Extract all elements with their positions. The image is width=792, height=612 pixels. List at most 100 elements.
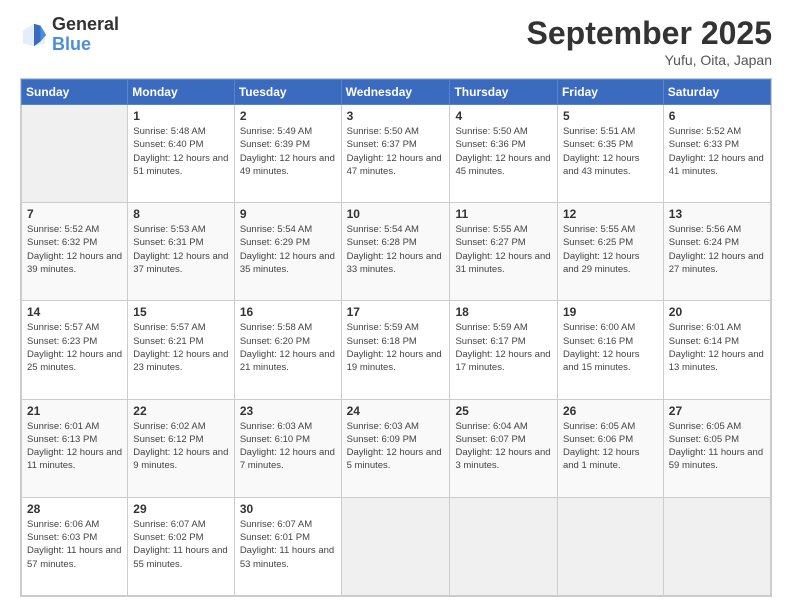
logo-text: General Blue [52,15,119,55]
day-info: Sunrise: 6:03 AM Sunset: 6:10 PM Dayligh… [240,420,336,473]
weekday-header-thursday: Thursday [450,80,557,105]
day-info: Sunrise: 6:07 AM Sunset: 6:02 PM Dayligh… [133,518,229,571]
day-cell: 28 Sunrise: 6:06 AM Sunset: 6:03 PM Dayli… [22,497,128,595]
day-cell [341,497,450,595]
day-number: 6 [669,109,765,123]
day-cell: 4Sunrise: 5:50 AM Sunset: 6:36 PM Daylig… [450,105,557,203]
day-cell: 17 Sunrise: 5:59 AM Sunset: 6:18 PM Dayli… [341,301,450,399]
day-cell [557,497,663,595]
day-info: Sunrise: 5:59 AM Sunset: 6:18 PM Dayligh… [347,321,445,374]
day-number: 12 [563,207,658,221]
weekday-header-sunday: Sunday [22,80,128,105]
day-info: Sunrise: 5:52 AM Sunset: 6:32 PM Dayligh… [27,223,122,276]
day-cell [663,497,770,595]
week-row-1: 1 Sunrise: 5:48 AM Sunset: 6:40 PM Daylig… [22,105,771,203]
day-info: Sunrise: 5:51 AM Sunset: 6:35 PM Dayligh… [563,125,658,178]
day-number: 25 [455,404,551,418]
day-cell: 10 Sunrise: 5:54 AM Sunset: 6:28 PM Dayli… [341,203,450,301]
header: General Blue September 2025 Yufu, Oita, … [20,15,772,68]
day-info: Sunrise: 5:52 AM Sunset: 6:33 PM Dayligh… [669,125,765,178]
day-number: 20 [669,305,765,319]
day-info: Sunrise: 6:02 AM Sunset: 6:12 PM Dayligh… [133,420,229,473]
day-cell: 14Sunrise: 5:57 AM Sunset: 6:23 PM Dayli… [22,301,128,399]
day-number: 22 [133,404,229,418]
day-number: 23 [240,404,336,418]
day-cell: 11 Sunrise: 5:55 AM Sunset: 6:27 PM Dayli… [450,203,557,301]
day-info: Sunrise: 5:53 AM Sunset: 6:31 PM Dayligh… [133,223,229,276]
week-row-5: 28 Sunrise: 6:06 AM Sunset: 6:03 PM Dayli… [22,497,771,595]
day-cell [450,497,557,595]
day-cell: 22 Sunrise: 6:02 AM Sunset: 6:12 PM Dayli… [128,399,235,497]
day-info: Sunrise: 6:00 AM Sunset: 6:16 PM Dayligh… [563,321,658,374]
day-cell: 3 Sunrise: 5:50 AM Sunset: 6:37 PM Daylig… [341,105,450,203]
day-cell: 21Sunrise: 6:01 AM Sunset: 6:13 PM Dayli… [22,399,128,497]
day-cell: 29Sunrise: 6:07 AM Sunset: 6:02 PM Dayli… [128,497,235,595]
day-number: 19 [563,305,658,319]
title-block: September 2025 Yufu, Oita, Japan [527,15,772,68]
month-title: September 2025 [527,15,772,52]
day-info: Sunrise: 5:49 AM Sunset: 6:39 PM Dayligh… [240,125,336,178]
logo-blue: Blue [52,35,119,55]
day-cell: 19 Sunrise: 6:00 AM Sunset: 6:16 PM Dayli… [557,301,663,399]
day-info: Sunrise: 5:48 AM Sunset: 6:40 PM Dayligh… [133,125,229,178]
calendar: SundayMondayTuesdayWednesdayThursdayFrid… [20,78,772,597]
day-number: 10 [347,207,445,221]
day-number: 2 [240,109,336,123]
day-number: 27 [669,404,765,418]
day-cell: 15 Sunrise: 5:57 AM Sunset: 6:21 PM Dayli… [128,301,235,399]
day-cell: 26Sunrise: 6:05 AM Sunset: 6:06 PM Dayli… [557,399,663,497]
day-cell: 1 Sunrise: 5:48 AM Sunset: 6:40 PM Daylig… [128,105,235,203]
week-row-4: 21Sunrise: 6:01 AM Sunset: 6:13 PM Dayli… [22,399,771,497]
weekday-header-monday: Monday [128,80,235,105]
day-number: 4 [455,109,551,123]
day-number: 17 [347,305,445,319]
day-number: 30 [240,502,336,516]
day-info: Sunrise: 6:05 AM Sunset: 6:05 PM Dayligh… [669,420,765,473]
day-number: 24 [347,404,445,418]
day-info: Sunrise: 5:55 AM Sunset: 6:25 PM Dayligh… [563,223,658,276]
logo-icon [20,21,48,49]
day-number: 16 [240,305,336,319]
day-info: Sunrise: 5:54 AM Sunset: 6:28 PM Dayligh… [347,223,445,276]
day-info: Sunrise: 5:57 AM Sunset: 6:21 PM Dayligh… [133,321,229,374]
day-cell: 6 Sunrise: 5:52 AM Sunset: 6:33 PM Daylig… [663,105,770,203]
day-info: Sunrise: 6:07 AM Sunset: 6:01 PM Dayligh… [240,518,336,571]
day-number: 13 [669,207,765,221]
week-row-3: 14Sunrise: 5:57 AM Sunset: 6:23 PM Dayli… [22,301,771,399]
weekday-header-saturday: Saturday [663,80,770,105]
day-cell: 20 Sunrise: 6:01 AM Sunset: 6:14 PM Dayli… [663,301,770,399]
day-info: Sunrise: 6:03 AM Sunset: 6:09 PM Dayligh… [347,420,445,473]
day-cell: 30 Sunrise: 6:07 AM Sunset: 6:01 PM Dayli… [234,497,341,595]
week-row-2: 7 Sunrise: 5:52 AM Sunset: 6:32 PM Daylig… [22,203,771,301]
weekday-header-wednesday: Wednesday [341,80,450,105]
day-number: 11 [455,207,551,221]
day-info: Sunrise: 6:01 AM Sunset: 6:14 PM Dayligh… [669,321,765,374]
day-number: 7 [27,207,122,221]
day-info: Sunrise: 6:06 AM Sunset: 6:03 PM Dayligh… [27,518,122,571]
day-number: 28 [27,502,122,516]
day-info: Sunrise: 6:05 AM Sunset: 6:06 PM Dayligh… [563,420,658,473]
day-cell: 23 Sunrise: 6:03 AM Sunset: 6:10 PM Dayli… [234,399,341,497]
day-cell [22,105,128,203]
day-cell: 24 Sunrise: 6:03 AM Sunset: 6:09 PM Dayli… [341,399,450,497]
day-cell: 13Sunrise: 5:56 AM Sunset: 6:24 PM Dayli… [663,203,770,301]
day-number: 3 [347,109,445,123]
day-cell: 5Sunrise: 5:51 AM Sunset: 6:35 PM Daylig… [557,105,663,203]
day-cell: 7 Sunrise: 5:52 AM Sunset: 6:32 PM Daylig… [22,203,128,301]
day-number: 15 [133,305,229,319]
day-info: Sunrise: 5:50 AM Sunset: 6:37 PM Dayligh… [347,125,445,178]
day-info: Sunrise: 6:04 AM Sunset: 6:07 PM Dayligh… [455,420,551,473]
day-number: 1 [133,109,229,123]
day-cell: 2 Sunrise: 5:49 AM Sunset: 6:39 PM Daylig… [234,105,341,203]
weekday-header-tuesday: Tuesday [234,80,341,105]
location: Yufu, Oita, Japan [527,52,772,68]
page: General Blue September 2025 Yufu, Oita, … [0,0,792,612]
day-number: 8 [133,207,229,221]
weekday-header-friday: Friday [557,80,663,105]
day-info: Sunrise: 5:58 AM Sunset: 6:20 PM Dayligh… [240,321,336,374]
day-info: Sunrise: 5:54 AM Sunset: 6:29 PM Dayligh… [240,223,336,276]
logo-general: General [52,15,119,35]
day-cell: 25 Sunrise: 6:04 AM Sunset: 6:07 PM Dayli… [450,399,557,497]
day-number: 18 [455,305,551,319]
day-info: Sunrise: 5:55 AM Sunset: 6:27 PM Dayligh… [455,223,551,276]
